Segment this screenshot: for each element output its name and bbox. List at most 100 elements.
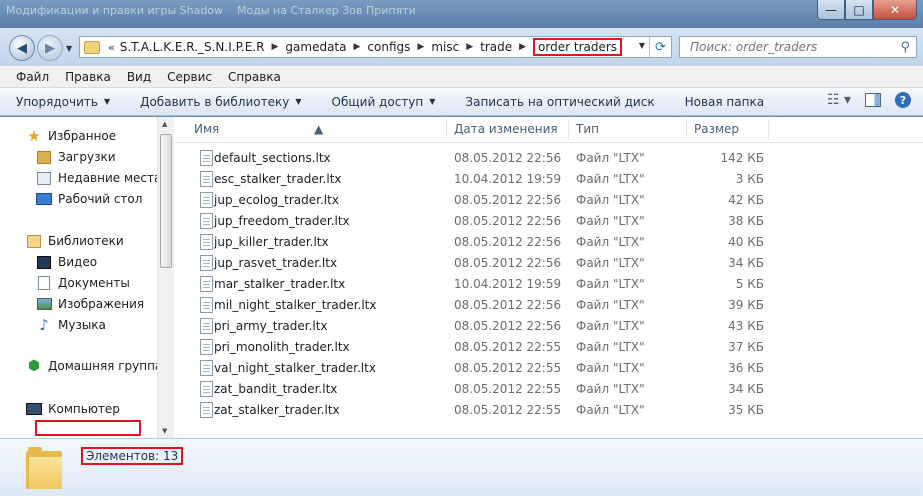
maximize-button[interactable]: □ — [845, 0, 873, 20]
file-row[interactable]: mil_night_stalker_trader.ltx 08.05.2012 2… — [190, 295, 770, 316]
file-row[interactable]: zat_bandit_trader.ltx 08.05.2012 22:55 Фай… — [190, 379, 770, 400]
nav-recent-places[interactable]: Недавние места — [36, 171, 157, 185]
nav-music[interactable]: ♪ Музыка — [36, 316, 106, 334]
file-icon — [200, 381, 213, 397]
file-row[interactable]: val_night_stalker_trader.ltx 08.05.2012 2… — [190, 358, 770, 379]
nav-video[interactable]: Видео — [36, 255, 97, 269]
file-date: 10.04.2012 19:59 — [454, 172, 562, 186]
nav-label: Избранное — [48, 129, 117, 143]
address-dropdown-icon[interactable]: ▼ — [639, 41, 645, 50]
menu-view[interactable]: Вид — [120, 70, 160, 84]
chevron-right-icon[interactable]: ▶ — [466, 42, 473, 52]
file-row[interactable]: jup_freedom_trader.ltx 08.05.2012 22:56 Фа… — [190, 211, 770, 232]
change-view-icon[interactable]: ☷ ▾ — [827, 92, 851, 108]
file-date: 08.05.2012 22:56 — [454, 214, 562, 228]
file-row[interactable]: jup_rasvet_trader.ltx 08.05.2012 22:56 Фай… — [190, 253, 770, 274]
file-type: Файл "LTX" — [576, 361, 645, 375]
menu-help[interactable]: Справка — [221, 70, 290, 84]
file-type: Файл "LTX" — [576, 340, 645, 354]
breadcrumb-4[interactable]: misc ▶ — [431, 40, 480, 54]
address-toolbar: ◀ ▶ ▼ « S.T.A.L.K.E.R._S.N.I.P.E.R ▶ game… — [0, 28, 923, 66]
crumb-overflow[interactable]: « — [108, 41, 115, 54]
file-row[interactable]: default_sections.ltx 08.05.2012 22:56 Файл… — [190, 148, 770, 169]
dropdown-arrow-icon: ▼ — [295, 97, 302, 106]
file-date: 08.05.2012 22:55 — [454, 340, 562, 354]
column-divider[interactable] — [768, 119, 769, 139]
breadcrumb-current[interactable]: order traders — [533, 38, 623, 56]
breadcrumb-3[interactable]: configs ▶ — [367, 40, 431, 54]
menu-edit[interactable]: Правка — [58, 70, 120, 84]
chevron-right-icon[interactable]: ▶ — [519, 42, 526, 52]
menu-file[interactable]: Файл — [9, 70, 58, 84]
nav-libraries[interactable]: Библиотеки — [26, 234, 124, 248]
minimize-button[interactable]: — — [817, 0, 845, 20]
back-arrow-icon: ◀ — [17, 40, 27, 56]
nav-computer[interactable]: Компьютер — [26, 402, 120, 416]
nav-label: Компьютер — [48, 402, 120, 416]
preview-pane-icon[interactable] — [865, 93, 881, 107]
breadcrumb-1[interactable]: S.T.A.L.K.E.R._S.N.I.P.E.R ▶ — [120, 40, 286, 54]
file-row[interactable]: pri_monolith_trader.ltx 08.05.2012 22:55 Ф… — [190, 337, 770, 358]
file-size: 40 КБ — [728, 235, 764, 249]
computer-icon — [26, 402, 42, 416]
scroll-thumb[interactable] — [160, 134, 172, 268]
nav-documents[interactable]: Документы — [36, 276, 130, 290]
nav-label: Библиотеки — [48, 234, 124, 248]
file-name: pri_army_trader.ltx — [214, 319, 328, 333]
menu-tools[interactable]: Сервис — [160, 70, 221, 84]
nav-label: Документы — [58, 276, 130, 290]
address-bar[interactable]: « S.T.A.L.K.E.R._S.N.I.P.E.R ▶ gamedata ▶ … — [79, 36, 672, 58]
column-divider[interactable] — [686, 119, 687, 139]
column-divider[interactable] — [446, 119, 447, 139]
dropdown-arrow-icon: ▼ — [103, 97, 111, 106]
nav-homegroup[interactable]: ⬢ Домашняя группа — [26, 358, 157, 374]
nav-scrollbar[interactable]: ▲ ▼ — [157, 117, 174, 438]
close-button[interactable]: ✕ — [873, 0, 917, 20]
burn-button[interactable]: Записать на оптический диск — [465, 95, 654, 109]
file-name: pri_monolith_trader.ltx — [214, 340, 350, 354]
chevron-right-icon[interactable]: ▶ — [417, 42, 424, 52]
file-size: 42 КБ — [728, 193, 764, 207]
new-folder-button[interactable]: Новая папка — [685, 95, 764, 109]
add-to-library-button[interactable]: Добавить в библиотеку ▼ — [140, 95, 301, 109]
back-button[interactable]: ◀ — [9, 35, 35, 61]
breadcrumb-2[interactable]: gamedata ▶ — [285, 40, 367, 54]
search-icon[interactable]: ⚲ — [900, 40, 910, 55]
forward-button[interactable]: ▶ — [37, 35, 63, 61]
nav-favorites[interactable]: ★ Избранное — [26, 127, 117, 145]
column-divider[interactable] — [568, 119, 569, 139]
recent-pages-dropdown-icon[interactable]: ▼ — [66, 44, 72, 53]
file-type: Файл "LTX" — [576, 235, 645, 249]
file-size: 37 КБ — [728, 340, 764, 354]
chevron-right-icon[interactable]: ▶ — [354, 42, 361, 52]
column-size[interactable]: Размер — [694, 122, 739, 136]
background-title-1: Модификации и правки игры Shadow — [6, 4, 224, 17]
file-size: 39 КБ — [728, 298, 764, 312]
file-row[interactable]: zat_stalker_trader.ltx 08.05.2012 22:55 Фа… — [190, 400, 770, 421]
file-row[interactable]: pri_army_trader.ltx 08.05.2012 22:56 Файл … — [190, 316, 770, 337]
share-button[interactable]: Общий доступ ▼ — [332, 95, 436, 109]
scroll-up-arrow-icon[interactable]: ▲ — [162, 120, 167, 128]
file-date: 10.04.2012 19:59 — [454, 277, 562, 291]
nav-downloads[interactable]: Загрузки — [36, 150, 116, 164]
file-row[interactable]: jup_killer_trader.ltx 08.05.2012 22:56 Фай… — [190, 232, 770, 253]
file-icon — [200, 339, 213, 355]
background-window-titles: Модификации и правки игры Shadow Моды на… — [0, 4, 420, 20]
breadcrumb-5[interactable]: trade ▶ — [480, 40, 533, 54]
nav-images[interactable]: Изображения — [36, 297, 144, 311]
scroll-down-arrow-icon[interactable]: ▼ — [162, 427, 167, 435]
nav-desktop[interactable]: Рабочий стол — [36, 192, 142, 206]
help-icon[interactable]: ? — [895, 92, 911, 108]
column-name[interactable]: Имя — [194, 122, 219, 136]
file-row[interactable]: mar_stalker_trader.ltx 10.04.2012 19:59 Фа… — [190, 274, 770, 295]
file-row[interactable]: jup_ecolog_trader.ltx 08.05.2012 22:56 Фай… — [190, 190, 770, 211]
homegroup-icon: ⬢ — [27, 358, 41, 374]
column-type[interactable]: Тип — [576, 122, 599, 136]
file-row[interactable]: esc_stalker_trader.ltx 10.04.2012 19:59 Фа… — [190, 169, 770, 190]
column-date[interactable]: Дата изменения — [454, 122, 558, 136]
organize-button[interactable]: Упорядочить ▼ — [16, 95, 110, 109]
search-box: ⚲ — [679, 36, 917, 58]
refresh-icon[interactable]: ⟳ — [649, 37, 671, 57]
chevron-right-icon[interactable]: ▶ — [272, 42, 279, 52]
search-input[interactable] — [690, 40, 880, 54]
